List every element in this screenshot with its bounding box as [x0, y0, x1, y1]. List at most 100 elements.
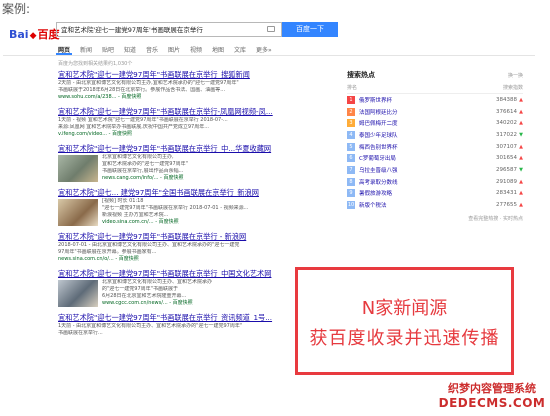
hot-item[interactable]: 2 法国阿根廷比分 376614 ▲ — [347, 106, 523, 118]
tab-1[interactable]: 新闻 — [80, 45, 102, 54]
hot-item-index: 291089 — [496, 178, 517, 185]
hot-rank-badge: 9 — [347, 189, 355, 198]
result-snippet: 2018-07-01 - 由北京宜和博艺文化有限公司主办、宜和艺术院承办的"迎七… — [58, 242, 240, 248]
results-list: 宜和艺术院"迎七一建党97周年"书画联展在京举行_搜狐新闻 2天前 - 由北京宜和… — [58, 70, 290, 343]
watermark: 织梦内容管理系统 DEDECMS.COM — [434, 381, 550, 416]
result-snippet: 宜和艺术院承办的"迎七一建党97周年" — [102, 161, 188, 167]
camera-icon[interactable] — [267, 26, 275, 32]
tab-3[interactable]: 知道 — [124, 45, 146, 54]
result-item: 宜和艺术院"迎七一建党97周年"书画联展在京举行_资讯频道_1号... 1天前 -… — [58, 313, 290, 337]
tab-4[interactable]: 音乐 — [146, 45, 168, 54]
result-snippet: 来源:凤凰网 宜和艺术院举办书画联展,庆祝中国共产党成立97周年... — [58, 124, 209, 130]
hot-item[interactable]: 3 姆巴佩梅开二度 340202 ▲ — [347, 117, 523, 129]
hot-rank-badge: 7 — [347, 165, 355, 174]
hot-rank-badge: 5 — [347, 142, 355, 151]
hot-item-name[interactable]: 泰国少年足球队 — [359, 131, 477, 139]
hot-item[interactable]: 5 梅西告别世界杯 307107 ▲ — [347, 141, 523, 153]
result-snippet: 1天前 - 由北京宜和博艺文化有限公司主办、宜和艺术院承办的"迎七一建党97周年… — [58, 323, 243, 329]
result-item: 宜和艺术院"迎七一建党97周年"书画联展在京举行_搜狐新闻 2天前 - 由北京宜和… — [58, 70, 290, 101]
result-snippet: 书画联展在京举行... — [58, 330, 103, 336]
result-url[interactable]: video.sina.com.cn/... - 百度快照 — [102, 219, 290, 226]
arrow-up-icon: ▲ — [519, 155, 523, 162]
callout-line-2: 获百度收录并迅速传播 — [309, 328, 500, 349]
hot-item-name[interactable]: 法国阿根廷比分 — [359, 108, 477, 116]
search-input[interactable]: 宜和艺术院'迎七一建党97周年'书画联展在京举行 — [56, 22, 282, 37]
hot-item-name[interactable]: 新版个税法 — [359, 201, 477, 209]
result-snippet: 书画联展在京举行,展出作品百余幅... — [102, 168, 184, 174]
hot-item-name[interactable]: 梅西告别世界杯 — [359, 143, 477, 151]
tab-2[interactable]: 贴吧 — [102, 45, 124, 54]
arrow-up-icon: ▲ — [519, 202, 523, 209]
result-url[interactable]: news.cang.com/info/... - 百度快照 — [102, 175, 290, 182]
arrow-up-icon: ▲ — [519, 120, 523, 127]
result-item: 宜和艺术院"迎七一建党97周年"书画联展在京举行 - 新浪网 2018-07-01… — [58, 232, 290, 263]
arrow-down-icon: ▼ — [519, 166, 523, 173]
result-snippet: "迎七一建党97周年"书画联展在京举行 2018-07-01 - 视频来源... — [102, 205, 249, 211]
result-thumbnail[interactable] — [58, 199, 98, 226]
hot-item[interactable]: 7 乌拉圭晋级八强 296587 ▼ — [347, 164, 523, 176]
arrow-down-icon: ▼ — [519, 131, 523, 138]
tab-5[interactable]: 图片 — [168, 45, 190, 54]
result-snippet: 新浪视频 主办方宜和艺术院... — [102, 212, 169, 218]
hot-item[interactable]: 9 暑假旅游攻略 283431 ▲ — [347, 188, 523, 200]
hot-item-index: 384388 — [496, 96, 517, 103]
baidu-logo[interactable]: Bai◆百度 — [9, 26, 60, 42]
hot-item-name[interactable]: 乌拉圭晋级八强 — [359, 166, 477, 174]
tab-9[interactable]: 更多» — [256, 45, 278, 54]
case-label: 案例: — [2, 2, 31, 16]
arrow-up-icon: ▲ — [519, 143, 523, 150]
result-count: 百度为您找到相关结果约1,030个 — [58, 61, 133, 67]
result-title[interactable]: 宜和艺术院"迎七一建党97周年"书画联展在京举行_中国文化艺术网 — [58, 269, 290, 279]
paw-icon: ◆ — [29, 31, 37, 41]
result-title[interactable]: 宜和艺术院"迎七一建党97周年"书画联展在京举行_资讯频道_1号... — [58, 313, 290, 323]
arrow-up-icon: ▲ — [519, 96, 523, 103]
search-tabs: 网页 新闻 贴吧 知道 音乐 图片 视频 地图 文库 更多» — [58, 45, 278, 54]
hot-item-index: 340202 — [496, 120, 517, 127]
promo-callout: N家新闻源 获百度收录并迅速传播 — [295, 267, 514, 375]
result-item: 宜和艺术院"迎七一建党97周年"书画联展在京举行-凤凰网视频-凤... 1天前 -… — [58, 107, 290, 138]
result-title[interactable]: 宜和艺术院"迎七... 建党97周年"全国书画联展在京举行_新浪网 — [58, 188, 290, 198]
hot-rank-badge: 6 — [347, 154, 355, 163]
hot-item-name[interactable]: 暑假旅游攻略 — [359, 189, 477, 197]
hot-item[interactable]: 8 高考录取分数线 291089 ▲ — [347, 176, 523, 188]
result-url[interactable]: www.cgcc.com.cn/news/... - 百度快照 — [102, 300, 290, 307]
hot-footer[interactable]: 查看完整热搜 · 实时热点 — [347, 215, 523, 222]
result-title[interactable]: 宜和艺术院"迎七一建党97周年"书画联展在京举行-凤凰网视频-凤... — [58, 107, 290, 117]
hot-item[interactable]: 10 新版个税法 277655 ▲ — [347, 199, 523, 211]
hot-item-name[interactable]: 俄罗斯世界杯 — [359, 96, 477, 104]
hot-item-name[interactable]: C罗葡萄牙出局 — [359, 154, 477, 162]
refresh-link[interactable]: 换一换 — [508, 72, 523, 79]
hot-item[interactable]: 1 俄罗斯世界杯 384388 ▲ — [347, 94, 523, 106]
tab-7[interactable]: 地图 — [212, 45, 234, 54]
hot-item-name[interactable]: 高考录取分数线 — [359, 178, 477, 186]
result-snippet: 北京宜和博艺文化有限公司主办、宜和艺术院承办 — [102, 279, 213, 285]
search-button[interactable]: 百度一下 — [282, 22, 338, 37]
hot-item-name[interactable]: 姆巴佩梅开二度 — [359, 119, 477, 127]
hot-item-index: 376614 — [496, 108, 517, 115]
result-snippet: 97周年"书画联展在京开幕。参展书画家有... — [58, 249, 157, 255]
arrow-up-icon: ▲ — [519, 178, 523, 185]
result-title[interactable]: 宜和艺术院"迎七一建党97周年"书画联展在京举行 - 新浪网 — [58, 232, 290, 242]
result-snippet: 6月28日在北京宜和艺术院隆重开幕... — [102, 293, 187, 299]
result-snippet: 2天前 - 由北京宜和博艺文化有限公司主办,宜和艺术院承办的"迎七一建党97周年… — [58, 80, 239, 86]
result-url[interactable]: v.ifeng.com/video... - 百度快照 — [58, 131, 290, 138]
tab-8[interactable]: 文库 — [234, 45, 256, 54]
tab-6[interactable]: 视频 — [190, 45, 212, 54]
result-thumbnail[interactable] — [58, 155, 98, 182]
result-title[interactable]: 宜和艺术院"迎七一建党97周年"书画联展在京举行_中...华夏收藏网 — [58, 144, 290, 154]
result-item: 宜和艺术院"迎七一建党97周年"书画联展在京举行_中...华夏收藏网 北京宜和博艺… — [58, 144, 290, 182]
hot-item[interactable]: 4 泰国少年足球队 317022 ▼ — [347, 129, 523, 141]
result-snippet: [视频] 时长 01:18 — [102, 198, 144, 204]
result-snippet: 北京宜和博艺文化有限公司主办, — [102, 154, 174, 160]
result-thumbnail[interactable] — [58, 280, 98, 307]
callout-line-1: N家新闻源 — [361, 298, 448, 319]
hot-col-rank: 排名 — [347, 85, 358, 91]
result-snippet: 书画联展于2018年6月28日在北京举行。参展作品含书法、国画、油画等... — [58, 87, 226, 93]
hot-item[interactable]: 6 C罗葡萄牙出局 301654 ▲ — [347, 152, 523, 164]
result-title[interactable]: 宜和艺术院"迎七一建党97周年"书画联展在京举行_搜狐新闻 — [58, 70, 290, 80]
result-url[interactable]: news.sina.com.cn/o/... - 百度快照 — [58, 256, 290, 263]
logo-text-latin: Bai — [9, 28, 29, 41]
result-url[interactable]: www.sohu.com/a/238... - 百度快照 — [58, 94, 290, 101]
hot-item-index: 277655 — [496, 202, 517, 209]
arrow-up-icon: ▲ — [519, 190, 523, 197]
